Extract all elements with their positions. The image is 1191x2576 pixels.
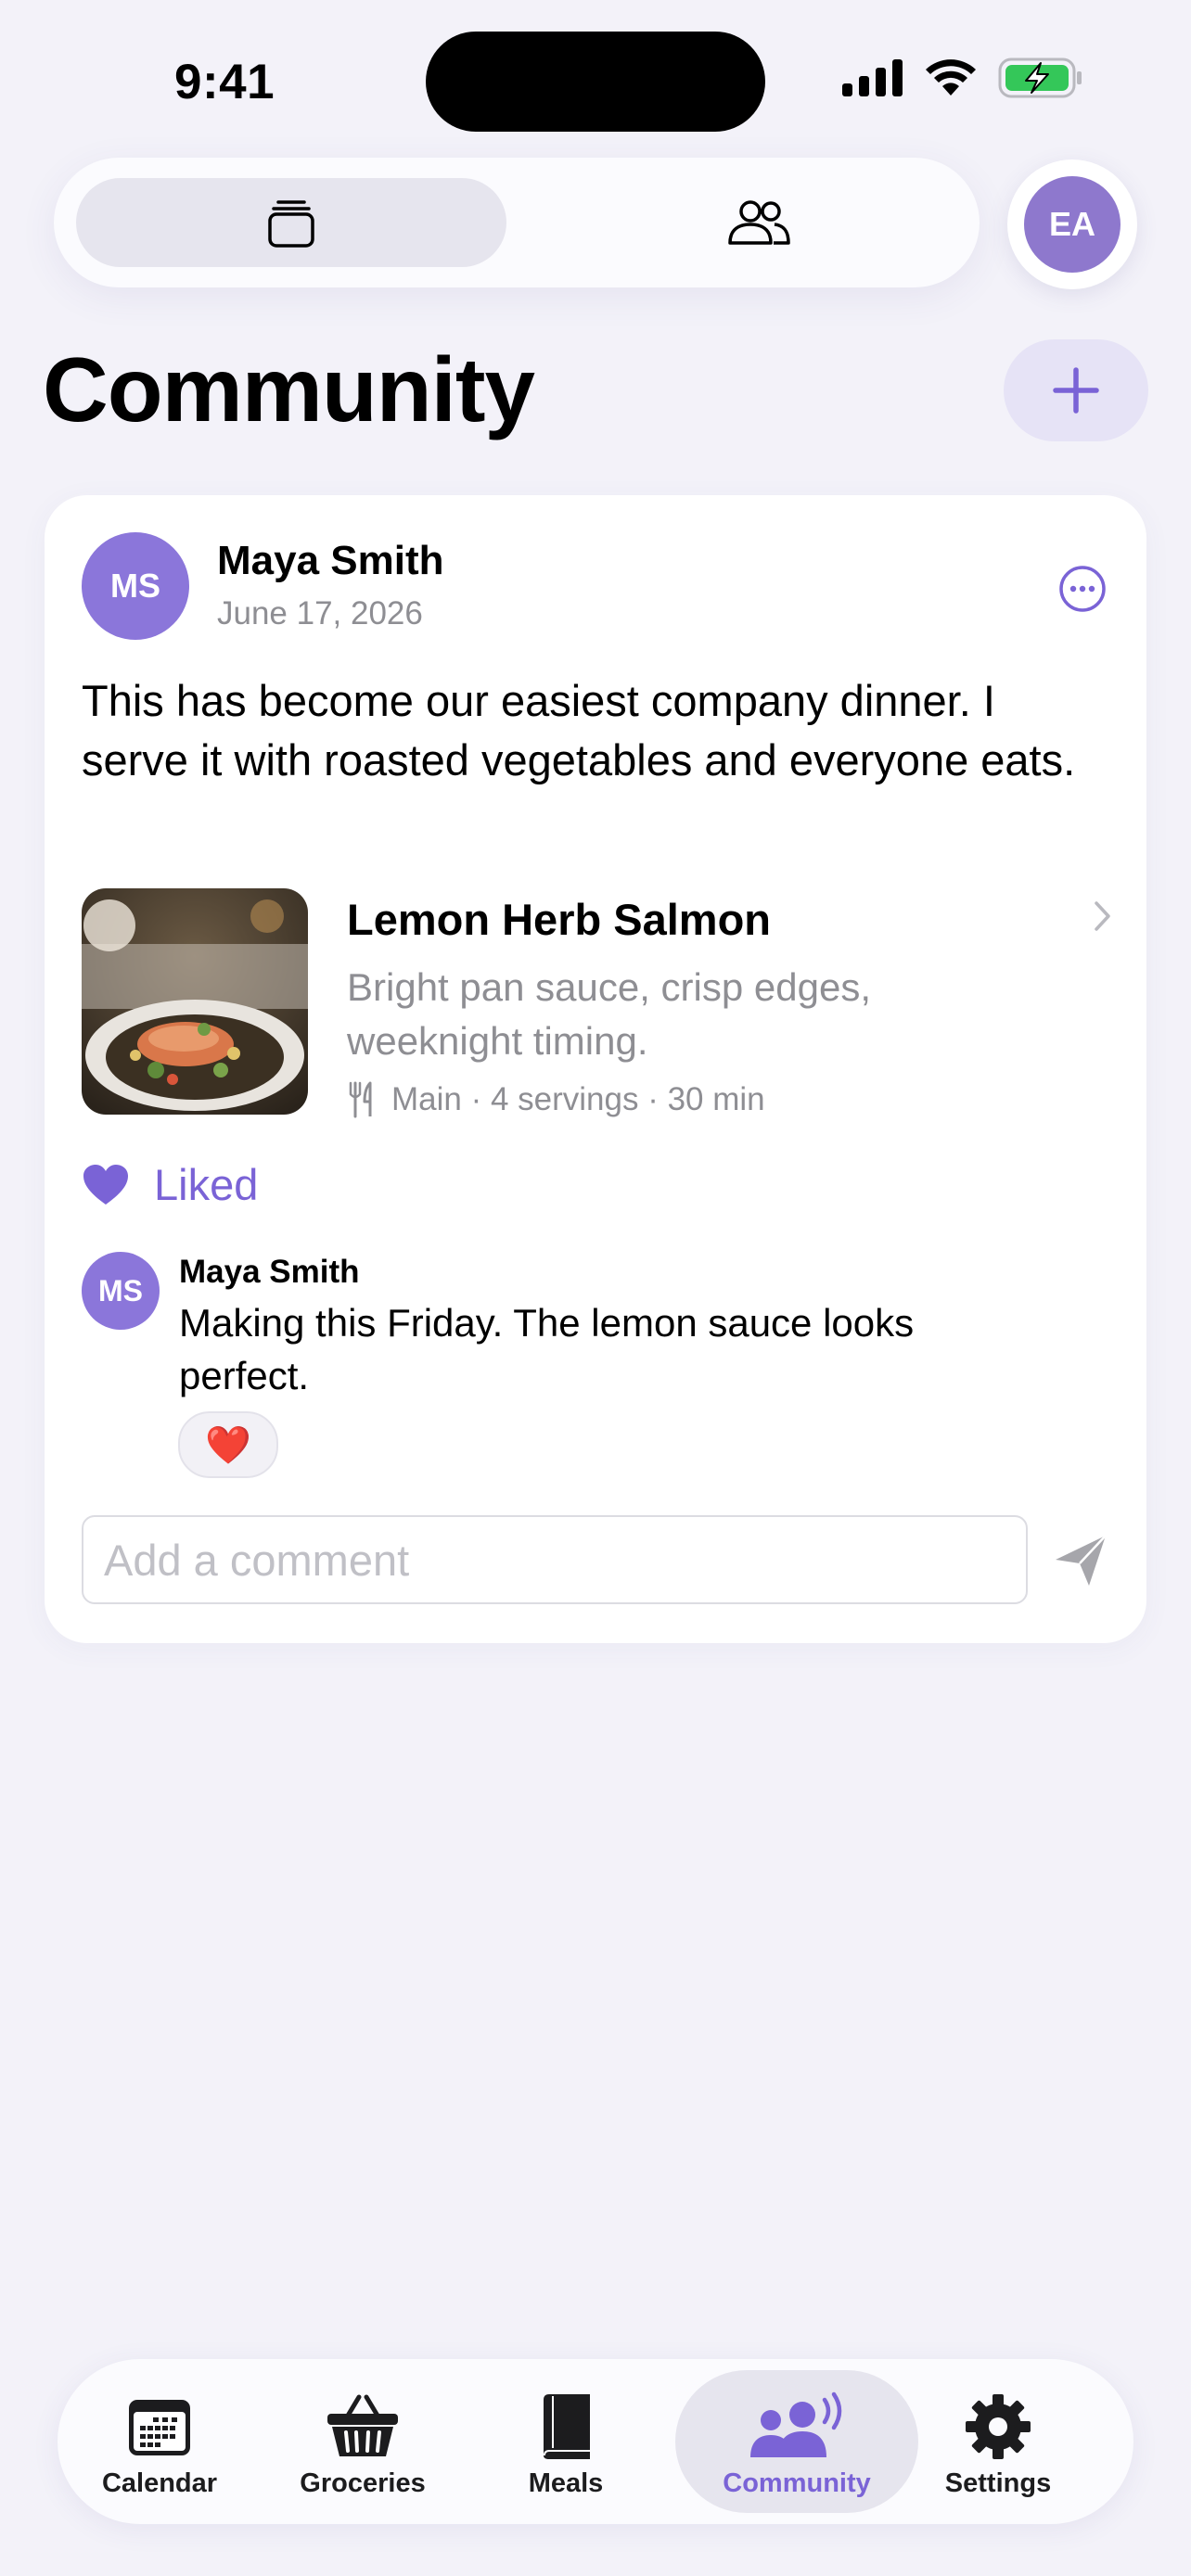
recipe-image [82, 888, 308, 1115]
tab-community[interactable]: Community [675, 2370, 918, 2513]
chevron-right-icon [1095, 901, 1110, 931]
tab-groceries[interactable]: Groceries [275, 2370, 451, 2513]
recipe-title: Lemon Herb Salmon [347, 895, 772, 944]
segment-people[interactable] [573, 178, 944, 267]
cards-stack-icon [268, 200, 314, 248]
battery-charging-icon [998, 57, 1082, 98]
cellular-signal-icon [842, 59, 903, 96]
comment-input[interactable] [82, 1515, 1028, 1604]
wifi-icon [926, 59, 976, 96]
post-body: This has become our easiest company dinn… [82, 676, 1076, 784]
more-options-icon[interactable] [1057, 564, 1108, 614]
recipe-description: Bright pan sauce, crisp edges, weeknight… [347, 965, 871, 1063]
calendar-icon [129, 2400, 190, 2455]
tab-label-community: Community [723, 2468, 871, 2498]
segment-cards[interactable] [76, 178, 506, 267]
send-icon[interactable] [1052, 1532, 1109, 1589]
gear-icon [966, 2394, 1031, 2459]
comment-text: Making this Friday. The lemon sauce look… [179, 1301, 915, 1397]
tab-label-calendar: Calendar [101, 2468, 218, 2498]
tab-settings[interactable]: Settings [910, 2370, 1086, 2513]
basket-icon [327, 2394, 398, 2456]
status-time: 9:41 [174, 55, 275, 109]
add-post-button[interactable] [1004, 339, 1148, 441]
view-segmented-control [54, 158, 980, 287]
people-icon [728, 200, 790, 245]
book-icon [544, 2394, 590, 2459]
plus-icon [1053, 367, 1099, 414]
comment-author-name[interactable]: Maya Smith [179, 1254, 360, 1291]
tab-bar: Calendar Groceries Meals Community Setti… [58, 2359, 1133, 2524]
status-icons [842, 57, 1083, 98]
community-icon [750, 2391, 842, 2457]
tab-label-settings: Settings [944, 2468, 1052, 2498]
like-button[interactable]: Liked [82, 1159, 258, 1210]
profile-avatar-button[interactable]: EA [1007, 159, 1137, 289]
fork-knife-icon [349, 1081, 372, 1118]
tab-label-meals: Meals [528, 2468, 604, 2498]
post-author-name[interactable]: Maya Smith [217, 538, 444, 584]
comment-reaction-heart[interactable]: ❤️ [178, 1411, 278, 1478]
recipe-meta: Main · 4 servings · 30 min [347, 1081, 765, 1118]
recipe-link-card[interactable]: Lemon Herb Salmon Bright pan sauce, cris… [82, 888, 1121, 1120]
like-label: Liked [154, 1160, 259, 1209]
dynamic-island [426, 32, 765, 132]
profile-avatar-initials: EA [1024, 176, 1121, 273]
tab-meals[interactable]: Meals [478, 2370, 654, 2513]
heart-filled-icon [83, 1164, 128, 1205]
comment-author-avatar[interactable]: MS [82, 1252, 160, 1330]
page-title: Community [43, 338, 535, 440]
post-date: June 17, 2026 [217, 595, 423, 631]
post-author-avatar[interactable]: MS [82, 532, 189, 640]
recipe-meta-text: Main · 4 servings · 30 min [391, 1081, 765, 1117]
tab-label-groceries: Groceries [300, 2468, 426, 2498]
tab-calendar[interactable]: Calendar [71, 2370, 248, 2513]
post-card: MS Maya Smith June 17, 2026 This has bec… [45, 495, 1146, 1643]
